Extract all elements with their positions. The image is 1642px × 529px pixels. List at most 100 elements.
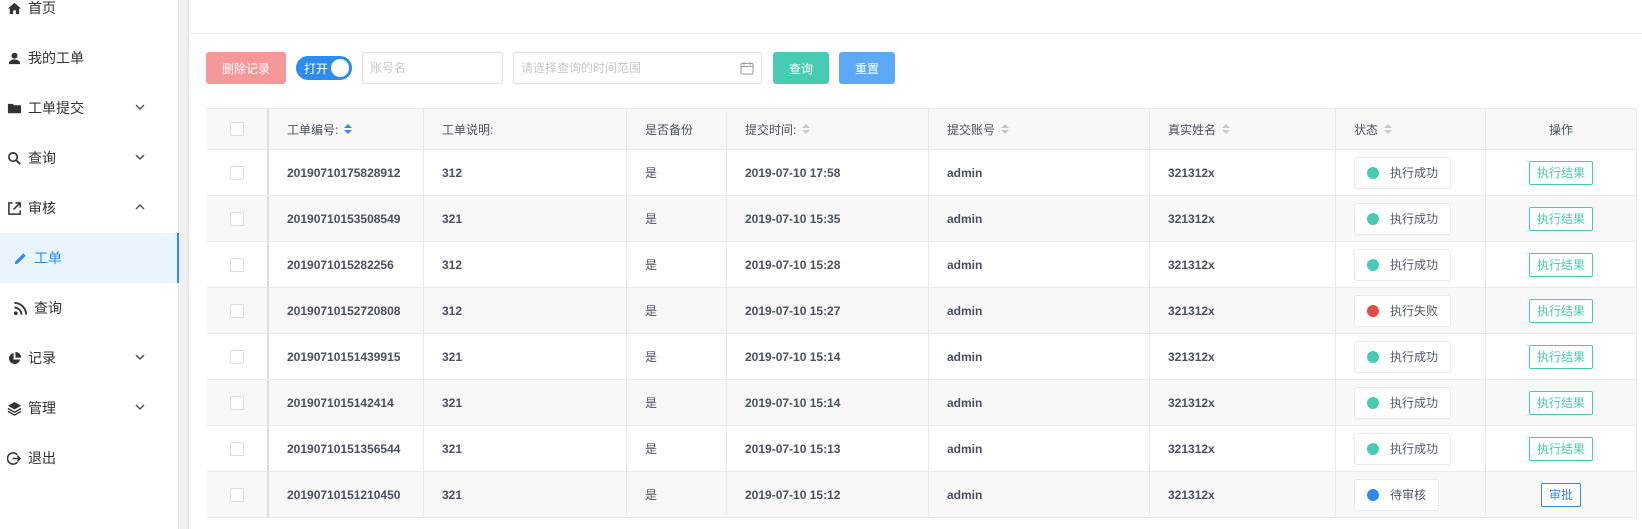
backup-flag: 是 (627, 472, 727, 517)
ticket-id: 20190710151356544 (269, 426, 424, 471)
action-cell: 执行结果 (1486, 426, 1637, 471)
chevron-down-icon (135, 154, 145, 161)
query-button[interactable]: 查询 (773, 52, 829, 84)
row-checkbox-cell (207, 426, 269, 471)
header-status[interactable]: 状态 (1336, 109, 1486, 149)
account-input[interactable] (362, 52, 503, 84)
action-cell: 执行结果 (1486, 380, 1637, 425)
row-checkbox-cell (207, 380, 269, 425)
select-all-checkbox[interactable] (230, 122, 244, 136)
row-checkbox-cell (207, 242, 269, 287)
status-dot (1367, 166, 1379, 179)
status-cell: 执行成功 (1336, 334, 1486, 379)
table-row[interactable]: 20190710151439915 321 是 2019-07-10 15:14 adm… (207, 334, 1637, 380)
row-checkbox[interactable] (230, 211, 244, 226)
delete-records-button[interactable]: 删除记录 (206, 52, 286, 84)
sidebar-item-records[interactable]: 记录 (0, 333, 179, 383)
submit-account: admin (929, 150, 1150, 195)
toggle-switch[interactable]: 打开 (296, 56, 352, 80)
table-row[interactable]: 20190710152720808 312 是 2019-07-10 15:27 adm… (207, 288, 1637, 334)
row-checkbox-cell (207, 196, 269, 241)
action-cell: 审批 (1486, 472, 1637, 517)
sidebar-item-my-tickets[interactable]: 我的工单 (0, 33, 179, 83)
ticket-desc: 321 (424, 196, 627, 241)
pencil-icon (12, 250, 28, 266)
header-real-name[interactable]: 真实姓名 (1150, 109, 1336, 149)
sidebar-item-ticket[interactable]: 工单 (0, 233, 179, 283)
row-checkbox[interactable] (230, 165, 244, 180)
row-checkbox[interactable] (230, 487, 244, 502)
status-cell: 待审核 (1336, 472, 1486, 517)
submit-time: 2019-07-10 15:28 (727, 242, 929, 287)
sidebar-item-label: 工单提交 (28, 100, 84, 116)
table-row[interactable]: 20190710175828912 312 是 2019-07-10 17:58 adm… (207, 150, 1637, 196)
date-range-input[interactable] (513, 52, 762, 84)
table-row[interactable]: 2019071015142414 321 是 2019-07-10 15:14 admi… (207, 380, 1637, 426)
row-checkbox[interactable] (230, 257, 244, 272)
action-button[interactable]: 执行结果 (1528, 390, 1593, 415)
logout-icon (6, 450, 22, 466)
row-checkbox-cell (207, 288, 269, 333)
ticket-id: 20190710151439915 (269, 334, 424, 379)
real-name: 321312x (1150, 380, 1336, 425)
action-button[interactable]: 执行结果 (1528, 206, 1593, 231)
sidebar-item-query[interactable]: 查询 (0, 133, 179, 183)
sort-icon[interactable] (1384, 124, 1393, 134)
table-row[interactable]: 20190710151210450 321 是 2019-07-10 15:12 adm… (207, 472, 1637, 518)
action-button[interactable]: 执行结果 (1528, 344, 1593, 369)
action-cell: 执行结果 (1486, 288, 1637, 333)
row-checkbox[interactable] (230, 395, 244, 410)
tickets-table: 工单编号: 工单说明: 是否备份 提交时间: 提交账号 真实姓名 状态 操作 2… (206, 108, 1637, 518)
sidebar-item-ticket-submit[interactable]: 工单提交 (0, 83, 179, 133)
sidebar-item-label: 记录 (28, 350, 56, 366)
ticket-desc: 321 (424, 426, 627, 471)
header-submit-account[interactable]: 提交账号 (929, 109, 1150, 149)
sidebar-item-review-query[interactable]: 查询 (0, 283, 179, 333)
submit-time: 2019-07-10 17:58 (727, 150, 929, 195)
table-row[interactable]: 20190710153508549 321 是 2019-07-10 15:35 adm… (207, 196, 1637, 242)
ticket-desc: 321 (424, 380, 627, 425)
sidebar-item-label: 我的工单 (28, 50, 84, 66)
app-root: 首页 我的工单 工单提交 查询 审核 工单 查询 记录 管理 退出 删除记录 打… (0, 0, 1642, 529)
submit-account: admin (929, 334, 1150, 379)
table-row[interactable]: 20190710151356544 321 是 2019-07-10 15:13 adm… (207, 426, 1637, 472)
ticket-id: 20190710153508549 (269, 196, 424, 241)
sidebar-item-label: 审核 (28, 200, 56, 216)
action-button[interactable]: 执行结果 (1528, 298, 1593, 323)
sidebar-item-logout[interactable]: 退出 (0, 433, 179, 483)
header-submit-time[interactable]: 提交时间: (727, 109, 929, 149)
action-cell: 执行结果 (1486, 150, 1637, 195)
sidebar-item-review[interactable]: 审核 (0, 183, 179, 233)
submit-time: 2019-07-10 15:27 (727, 288, 929, 333)
submit-time: 2019-07-10 15:12 (727, 472, 929, 517)
sidebar-item-manage[interactable]: 管理 (0, 383, 179, 433)
action-button[interactable]: 执行结果 (1528, 160, 1593, 185)
reset-button[interactable]: 重置 (839, 52, 895, 84)
row-checkbox[interactable] (230, 441, 244, 456)
action-button[interactable]: 审批 (1540, 482, 1581, 507)
sort-icon[interactable] (802, 124, 811, 134)
external-link-icon (6, 200, 22, 216)
header-ticket-desc: 工单说明: (424, 109, 627, 149)
row-checkbox[interactable] (230, 349, 244, 364)
status-dot (1367, 396, 1379, 409)
submit-account: admin (929, 380, 1150, 425)
submit-time: 2019-07-10 15:14 (727, 334, 929, 379)
sort-icon[interactable] (1001, 124, 1010, 134)
backup-flag: 是 (627, 288, 727, 333)
ticket-desc: 312 (424, 242, 627, 287)
header-ticket-id[interactable]: 工单编号: (269, 109, 424, 149)
sidebar-item-home[interactable]: 首页 (0, 0, 179, 33)
action-button[interactable]: 执行结果 (1528, 436, 1593, 461)
row-checkbox[interactable] (230, 303, 244, 318)
status-badge: 执行成功 (1354, 248, 1452, 281)
ticket-desc: 312 (424, 150, 627, 195)
header-actions: 操作 (1486, 109, 1637, 149)
sort-icon[interactable] (1222, 124, 1231, 134)
status-dot (1367, 258, 1379, 271)
action-button[interactable]: 执行结果 (1528, 252, 1593, 277)
submit-account: admin (929, 288, 1150, 333)
table-row[interactable]: 2019071015282256 312 是 2019-07-10 15:28 admi… (207, 242, 1637, 288)
header-backup: 是否备份 (627, 109, 727, 149)
sort-icon[interactable] (344, 124, 353, 134)
